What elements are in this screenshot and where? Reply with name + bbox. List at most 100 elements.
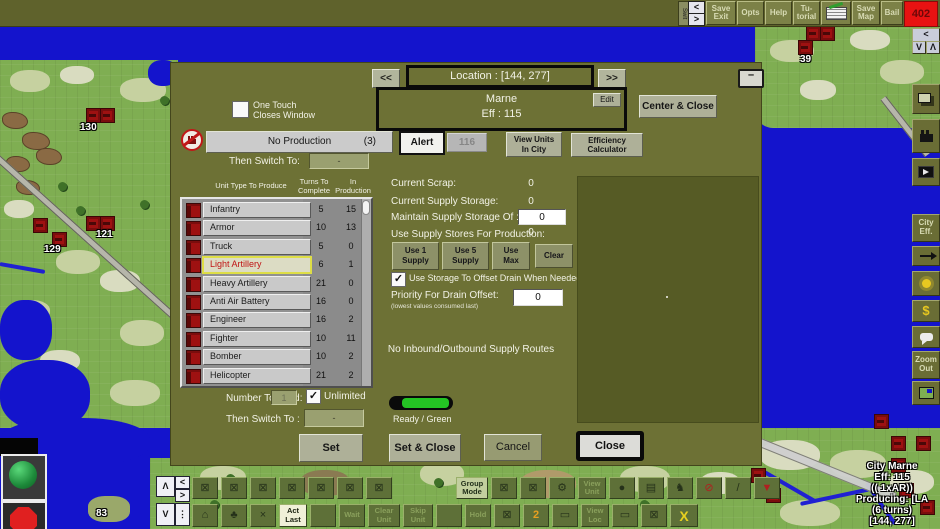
scrollbar-thumb[interactable] xyxy=(362,200,370,215)
alert-button[interactable]: Alert xyxy=(399,131,445,155)
map-left-button[interactable]: < xyxy=(175,476,190,489)
zoom-out-button[interactable]: Zoom Out xyxy=(912,351,940,379)
unit-row-button[interactable]: Helicopter xyxy=(203,367,311,384)
blank-button[interactable] xyxy=(436,504,462,527)
home-icon-button[interactable]: ⌂ xyxy=(192,504,218,527)
next-city-button[interactable]: >> xyxy=(598,69,626,88)
production-screen-button[interactable] xyxy=(912,119,940,153)
tools-icon-button[interactable]: ⚙ xyxy=(549,477,575,499)
unit-move-icon-button[interactable]: ⊠ xyxy=(641,504,667,527)
edit-city-name-button[interactable]: Edit xyxy=(593,93,621,107)
minimap-button[interactable] xyxy=(912,381,940,405)
map-unit-marker[interactable] xyxy=(891,436,906,451)
efficiency-calculator-button[interactable]: Efficiency Calculator xyxy=(571,133,643,157)
map-right-button[interactable]: > xyxy=(175,489,190,502)
stop-button[interactable] xyxy=(1,501,47,529)
view-unit-button[interactable]: View Unit xyxy=(578,477,606,499)
use-5-supply-button[interactable]: Use 5 Supply xyxy=(442,242,489,270)
unit-row-button[interactable]: Armor xyxy=(203,220,311,237)
number-to-build-input[interactable]: 1 xyxy=(271,390,297,405)
alert-count-button[interactable]: 116 xyxy=(447,133,487,152)
priority-input[interactable]: 0 xyxy=(513,289,563,306)
scroll-right-button[interactable]: > xyxy=(688,13,705,26)
map-unit-marker[interactable] xyxy=(86,108,101,123)
unit-row-button[interactable]: Engineer xyxy=(203,312,311,329)
close-icon-button[interactable]: × xyxy=(250,504,276,527)
map-unit-marker[interactable] xyxy=(798,40,813,55)
prev-city-button[interactable]: << xyxy=(372,69,400,88)
skip-unit-button[interactable]: Skip Unit xyxy=(403,504,433,527)
map-unit-marker[interactable] xyxy=(820,26,835,41)
economy-button[interactable]: $ xyxy=(912,300,940,322)
stack-view-button[interactable] xyxy=(912,84,940,114)
maintain-input[interactable]: 0 xyxy=(518,209,566,225)
map-unit-marker[interactable] xyxy=(916,436,931,451)
unit-move-icon-button[interactable]: ⊠ xyxy=(337,477,363,499)
map-unit-marker[interactable] xyxy=(33,218,48,233)
keyboard-button[interactable] xyxy=(821,1,851,25)
city-eff-button[interactable]: City Eff. xyxy=(912,214,940,242)
tutorial-button[interactable]: Tu- torial xyxy=(793,1,820,25)
map-unit-marker[interactable] xyxy=(100,108,115,123)
unit-move-icon-button[interactable]: ⊠ xyxy=(308,477,334,499)
message-button[interactable] xyxy=(912,326,940,348)
view-loc-button[interactable]: View Loc xyxy=(581,504,609,527)
wait-button[interactable]: Wait xyxy=(339,504,365,527)
help-button[interactable]: Help xyxy=(765,1,792,25)
unit-row-button[interactable]: Infantry xyxy=(203,202,311,218)
unit-move-icon-button[interactable]: ⊠ xyxy=(279,477,305,499)
unit-move-icon-button[interactable]: ⊠ xyxy=(221,477,247,499)
unit-row-button[interactable]: Light Artillery xyxy=(202,256,312,275)
unit-move-icon-button[interactable]: ⊠ xyxy=(520,477,546,499)
unit-row-button[interactable]: Truck xyxy=(203,238,311,255)
act-last-button[interactable]: Act Last xyxy=(279,504,307,527)
unlimited-checkbox[interactable]: ✓ xyxy=(306,389,321,404)
view-units-button[interactable]: View Units In City xyxy=(506,132,562,157)
move-mode-button[interactable] xyxy=(912,246,940,266)
then-switch2-dropdown[interactable]: - xyxy=(304,409,364,427)
unit-move-icon-button[interactable]: ⊠ xyxy=(494,504,520,527)
cancel-button[interactable]: Cancel xyxy=(484,434,542,461)
unit-row-button[interactable]: Fighter xyxy=(203,330,311,347)
screen-icon-button[interactable]: ▭ xyxy=(552,504,578,527)
close-button[interactable]: Close xyxy=(576,431,644,461)
use-max-button[interactable]: Use Max xyxy=(492,242,530,270)
go-button[interactable] xyxy=(1,454,47,501)
map-up-button[interactable]: Λ xyxy=(156,476,175,497)
unit-move-icon-button[interactable]: ⊠ xyxy=(366,477,392,499)
more-options-button[interactable]: ⋮ xyxy=(175,503,190,526)
map-unit-marker[interactable] xyxy=(806,26,821,41)
opts-button[interactable]: Opts xyxy=(737,1,764,25)
hourglass-icon-button[interactable]: ▼ xyxy=(754,477,780,499)
hold-button[interactable]: Hold xyxy=(465,504,491,527)
map-down-button[interactable]: V xyxy=(156,503,175,526)
set-button[interactable]: Set xyxy=(299,434,363,462)
spear-icon-button[interactable]: / xyxy=(725,477,751,499)
reel-icon-button[interactable]: ▤ xyxy=(638,477,664,499)
eye-icon-button[interactable]: ● xyxy=(609,477,635,499)
clear-button[interactable]: Clear xyxy=(535,244,573,268)
unit-row-button[interactable]: Heavy Artillery xyxy=(203,275,311,292)
unit-list-scrollbar[interactable] xyxy=(361,199,371,386)
unit-move-icon-button[interactable]: ⊠ xyxy=(491,477,517,499)
page-up-button[interactable]: Λ xyxy=(926,41,940,54)
no-entry-icon-button[interactable]: ⊘ xyxy=(696,477,722,499)
use-1-supply-button[interactable]: Use 1 Supply xyxy=(392,242,439,270)
center-close-button[interactable]: Center & Close xyxy=(639,95,717,118)
unit-move-icon-button[interactable]: ⊠ xyxy=(192,477,218,499)
unit-row-button[interactable]: Anti Air Battery xyxy=(203,294,311,310)
group-mode-button[interactable]: Group Mode xyxy=(456,477,488,499)
bail-button[interactable]: Bail xyxy=(881,1,903,25)
minimize-button[interactable]: – xyxy=(738,69,764,88)
cancel-move-button[interactable]: X xyxy=(670,504,698,527)
blank-button[interactable] xyxy=(310,504,336,527)
unit-row-button[interactable]: Bomber xyxy=(203,349,311,366)
save-exit-button[interactable]: Save Exit xyxy=(706,1,736,25)
offset-drain-checkbox[interactable]: ✓ xyxy=(391,272,406,287)
clear-unit-button[interactable]: Clear Unit xyxy=(368,504,400,527)
level-2-button[interactable]: 2 xyxy=(523,504,549,527)
map-scroll-left-button[interactable]: < xyxy=(912,28,940,42)
forest-icon-button[interactable]: ♣ xyxy=(221,504,247,527)
cavalry-icon-button[interactable]: ♞ xyxy=(667,477,693,499)
page-down-button[interactable]: V xyxy=(912,41,926,54)
